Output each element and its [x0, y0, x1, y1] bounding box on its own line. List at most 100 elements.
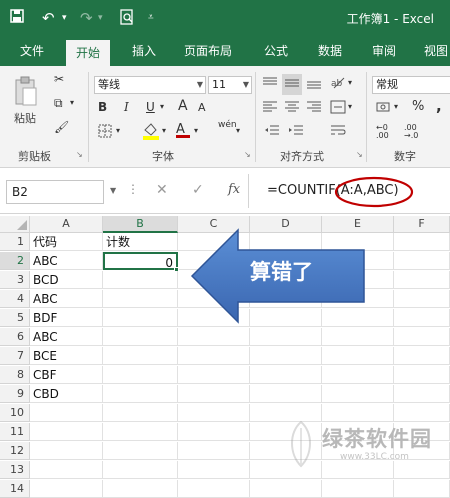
align-right-icon[interactable] [306, 100, 322, 117]
cell[interactable] [322, 366, 394, 384]
cell[interactable] [394, 461, 450, 479]
active-cell[interactable]: 0 [103, 252, 178, 270]
cell[interactable] [178, 461, 250, 479]
name-box-dropdown-icon[interactable]: ▼ [110, 186, 116, 195]
cell[interactable] [178, 442, 250, 460]
align-bottom-icon[interactable] [306, 76, 322, 93]
tab-page-layout[interactable]: 页面布局 [184, 36, 232, 66]
insert-function-button[interactable]: fx [228, 182, 240, 197]
increase-decimal-button[interactable]: ←0.00 [376, 124, 389, 140]
cell[interactable] [103, 271, 178, 289]
cell[interactable]: ABC [30, 290, 103, 308]
copy-dropdown-icon[interactable]: ▾ [70, 98, 74, 107]
align-center-icon[interactable] [284, 100, 300, 117]
cell[interactable] [394, 252, 450, 270]
cell[interactable] [103, 461, 178, 479]
row-header[interactable]: 11 [0, 423, 30, 441]
row-header[interactable]: 7 [0, 347, 30, 365]
percent-button[interactable]: % [412, 99, 424, 114]
align-left-icon[interactable] [262, 100, 278, 117]
column-header-b[interactable]: B [103, 216, 178, 233]
clipboard-launcher-icon[interactable]: ↘ [76, 150, 83, 159]
font-color-dropdown-icon[interactable]: ▾ [194, 126, 198, 135]
phonetic-guide-button[interactable]: wén [218, 120, 237, 130]
cell[interactable] [322, 461, 394, 479]
bold-button[interactable]: B [98, 100, 107, 114]
cell[interactable]: BCE [30, 347, 103, 365]
merge-dropdown-icon[interactable]: ▾ [348, 102, 352, 111]
cell[interactable] [103, 442, 178, 460]
row-header[interactable]: 4 [0, 290, 30, 308]
cell[interactable]: BDF [30, 309, 103, 327]
cell[interactable] [178, 480, 250, 498]
cell[interactable]: 计数 [103, 233, 178, 251]
undo-icon[interactable]: ↶ [42, 9, 55, 27]
tab-insert[interactable]: 插入 [132, 36, 156, 66]
currency-icon[interactable] [376, 100, 392, 117]
cell[interactable] [250, 480, 322, 498]
underline-dropdown-icon[interactable]: ▾ [160, 102, 164, 111]
paste-icon[interactable] [14, 76, 38, 111]
wrap-text-icon[interactable] [330, 124, 346, 141]
tab-view[interactable]: 视图 [424, 36, 448, 66]
cut-icon[interactable]: ✂ [54, 72, 64, 86]
cell[interactable] [394, 404, 450, 422]
underline-button[interactable]: U [146, 100, 155, 114]
cell[interactable] [103, 290, 178, 308]
number-format-dropdown[interactable]: 常规 [372, 76, 450, 94]
merge-center-icon[interactable] [330, 100, 346, 117]
decrease-font-size-button[interactable]: A [198, 101, 206, 114]
cell[interactable]: CBD [30, 385, 103, 403]
increase-indent-icon[interactable] [288, 124, 304, 141]
cell[interactable] [178, 347, 250, 365]
cell[interactable] [250, 328, 322, 346]
cell[interactable] [394, 480, 450, 498]
cell[interactable] [178, 366, 250, 384]
cell[interactable]: 代码 [30, 233, 103, 251]
cell[interactable] [178, 404, 250, 422]
cell[interactable] [178, 423, 250, 441]
cell[interactable] [394, 366, 450, 384]
orientation-dropdown-icon[interactable]: ▾ [348, 78, 352, 87]
cell[interactable] [394, 347, 450, 365]
cell[interactable]: ABC [30, 328, 103, 346]
font-name-dropdown[interactable]: 等线 ▼ [94, 76, 206, 94]
copy-icon[interactable]: ⧉ [54, 96, 63, 111]
cell[interactable] [103, 480, 178, 498]
cell[interactable] [322, 347, 394, 365]
cell[interactable] [30, 423, 103, 441]
cell[interactable] [103, 328, 178, 346]
cell[interactable]: ABC [30, 252, 103, 270]
cell[interactable] [250, 385, 322, 403]
cell[interactable] [30, 480, 103, 498]
phonetic-dropdown-icon[interactable]: ▾ [236, 126, 240, 135]
row-header[interactable]: 8 [0, 366, 30, 384]
row-header[interactable]: 6 [0, 328, 30, 346]
cell[interactable] [322, 328, 394, 346]
alignment-launcher-icon[interactable]: ↘ [356, 150, 363, 159]
customize-icon[interactable]: ⩡ [148, 12, 154, 23]
row-header[interactable]: 2 [0, 252, 30, 270]
tab-review[interactable]: 审阅 [372, 36, 396, 66]
cell[interactable]: BCD [30, 271, 103, 289]
cell[interactable] [322, 404, 394, 422]
currency-dropdown-icon[interactable]: ▾ [394, 102, 398, 111]
column-header-f[interactable]: F [394, 216, 450, 233]
cell[interactable] [103, 423, 178, 441]
orientation-icon[interactable]: ab [330, 74, 346, 93]
save-icon[interactable] [10, 9, 24, 27]
cell[interactable] [30, 461, 103, 479]
select-all-corner[interactable] [0, 216, 30, 233]
align-middle-icon[interactable] [282, 74, 302, 95]
tab-data[interactable]: 数据 [318, 36, 342, 66]
cell[interactable] [394, 233, 450, 251]
cell[interactable] [178, 328, 250, 346]
align-top-icon[interactable] [262, 76, 278, 93]
undo-dropdown-icon[interactable]: ▾ [62, 13, 67, 23]
row-header[interactable]: 5 [0, 309, 30, 327]
row-header[interactable]: 13 [0, 461, 30, 479]
column-header-a[interactable]: A [30, 216, 103, 233]
cell[interactable] [178, 385, 250, 403]
print-preview-icon[interactable] [120, 9, 134, 29]
row-header[interactable]: 3 [0, 271, 30, 289]
